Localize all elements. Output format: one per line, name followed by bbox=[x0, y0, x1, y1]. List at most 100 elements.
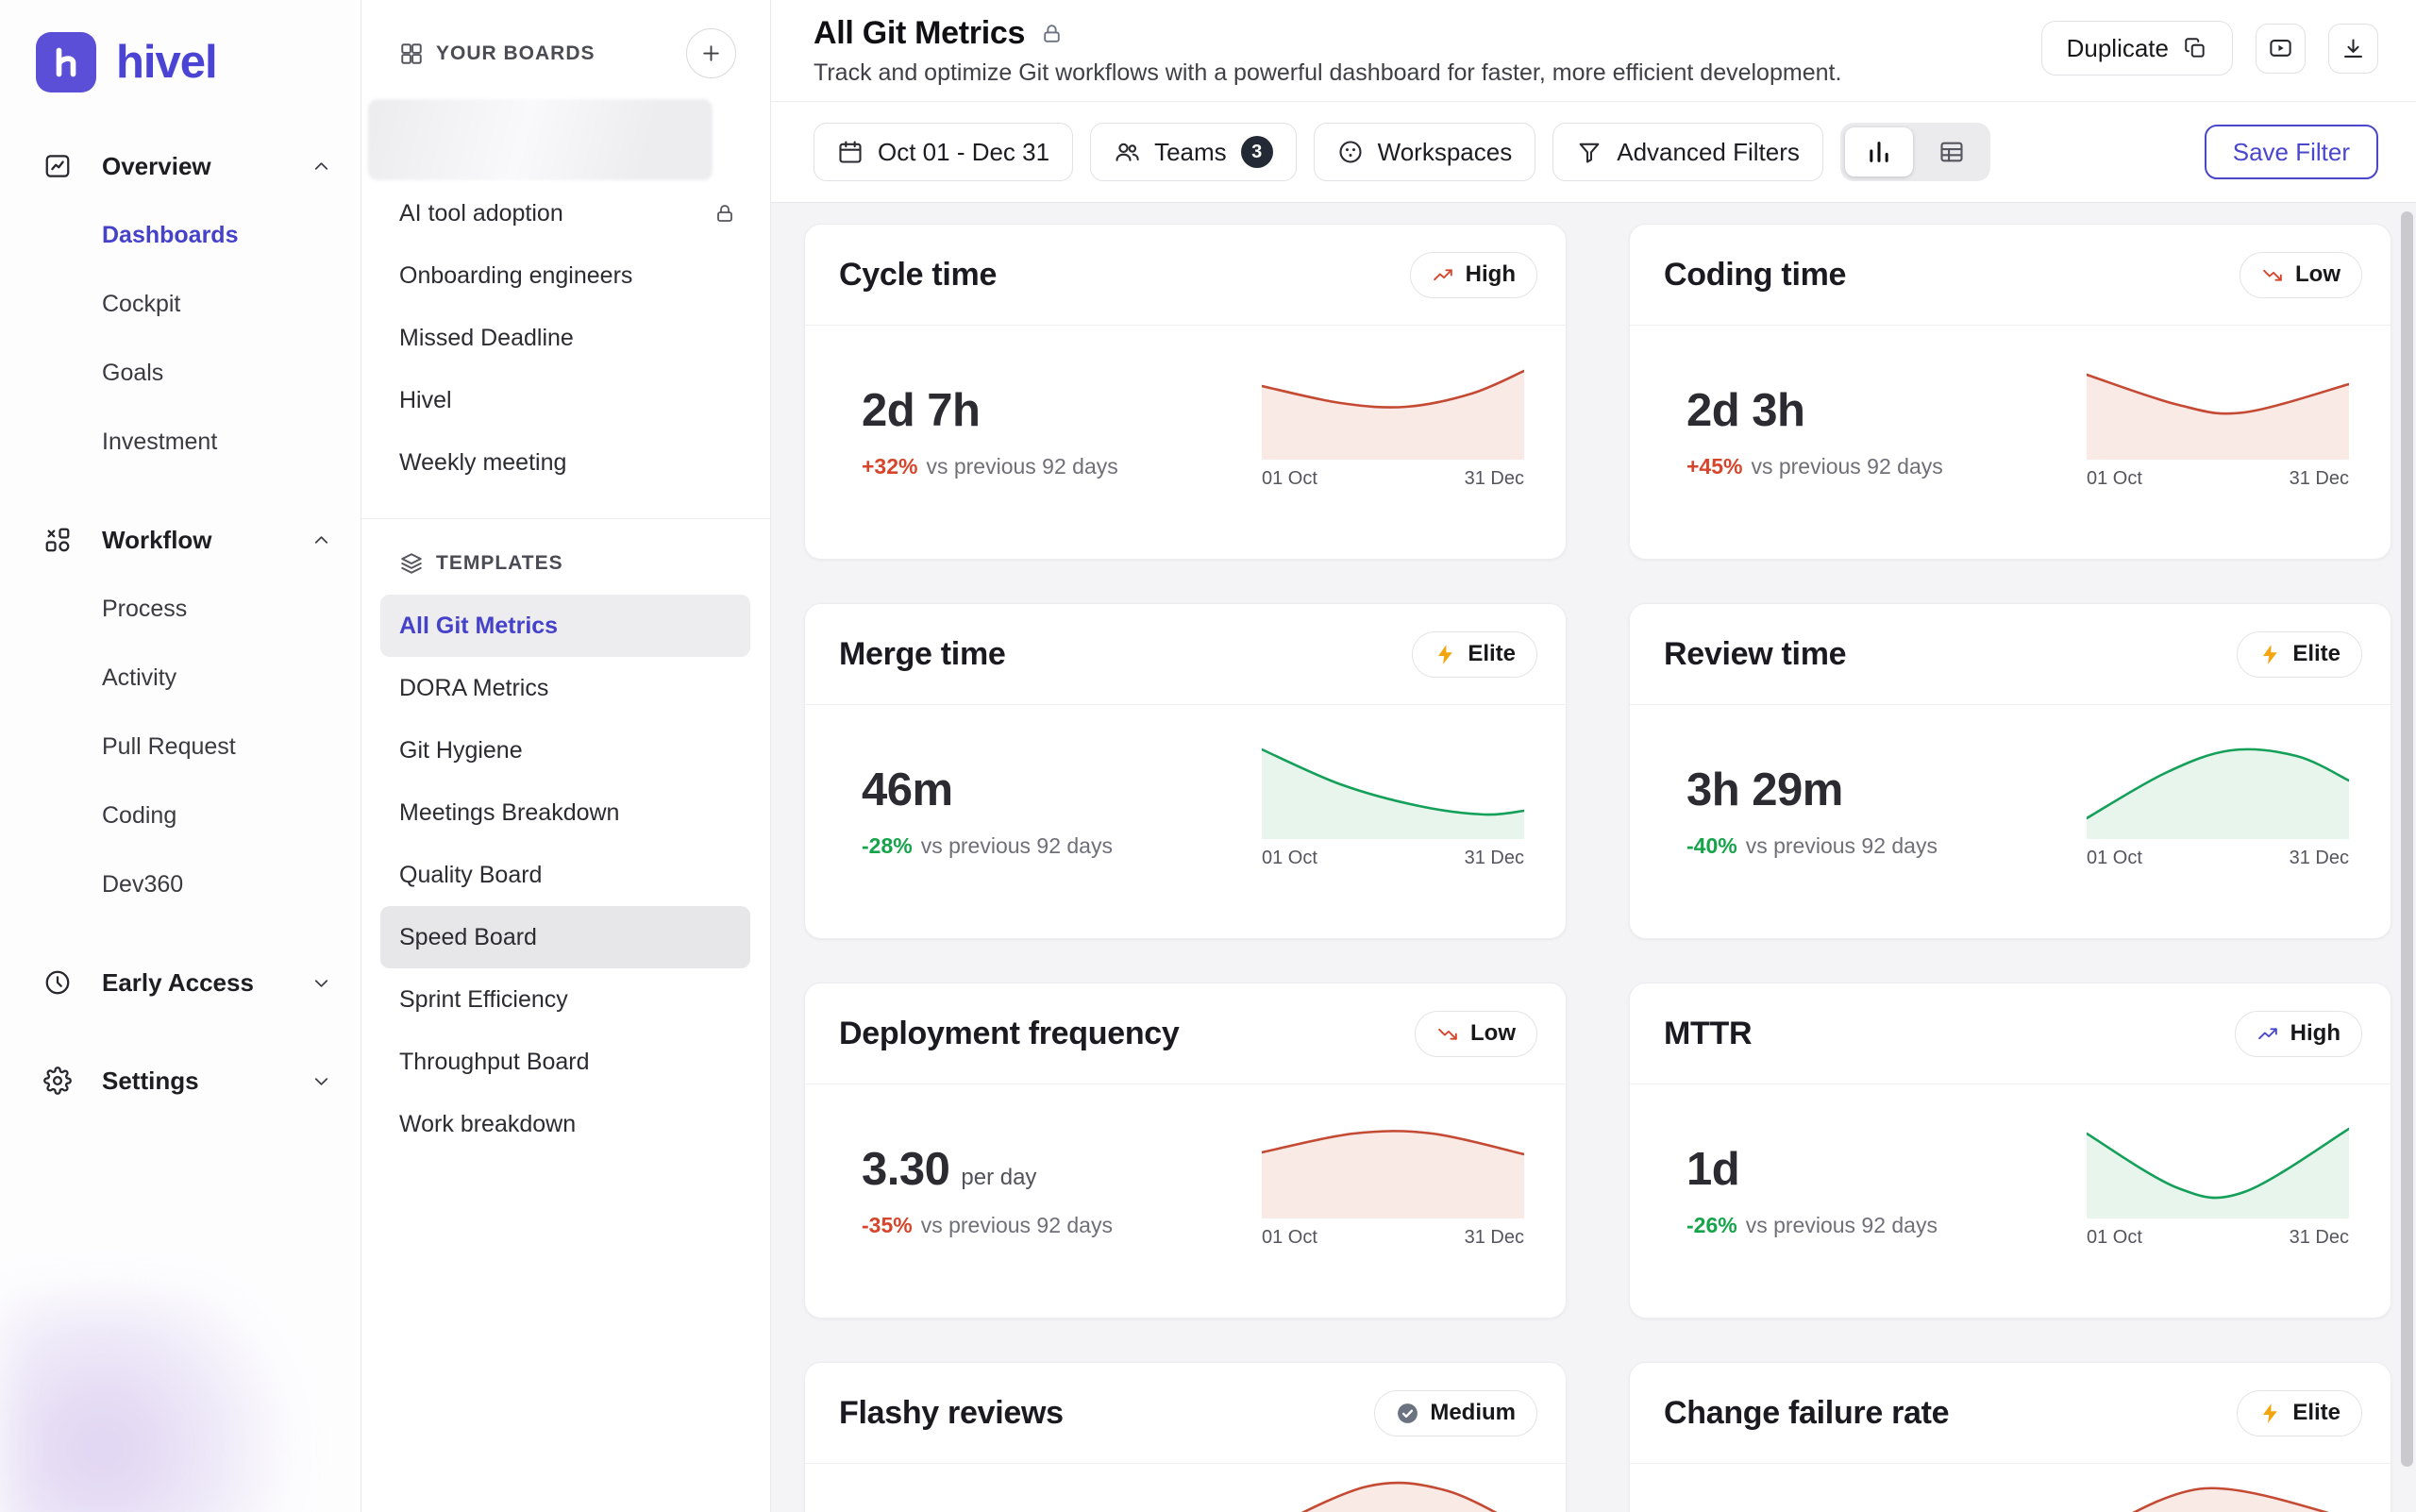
plus-icon bbox=[699, 42, 723, 65]
delta-value: -28% bbox=[862, 833, 913, 858]
metric-block: 3h 29m-40%vs previous 92 days bbox=[1686, 764, 1938, 938]
funnel-icon bbox=[1576, 139, 1602, 165]
status-badge[interactable]: High bbox=[1410, 252, 1537, 298]
sidebar: hivel OverviewDashboardsCockpitGoalsInve… bbox=[0, 0, 361, 1512]
template-item-label: Git Hygiene bbox=[399, 737, 523, 764]
page-header: All Git Metrics Track and optimize Git w… bbox=[771, 0, 2416, 102]
sparkline-axis: 01 Oct31 Dec bbox=[2087, 848, 2349, 869]
board-item-weekly-meeting[interactable]: Weekly meeting bbox=[361, 431, 770, 494]
template-item-meetings-breakdown[interactable]: Meetings Breakdown bbox=[380, 781, 750, 844]
status-badge[interactable]: Elite bbox=[2237, 631, 2362, 678]
sidebar-nav: OverviewDashboardsCockpitGoalsInvestment… bbox=[0, 131, 361, 1116]
chart-view-toggle[interactable] bbox=[1845, 127, 1913, 176]
delta-note: vs previous 92 days bbox=[926, 454, 1117, 479]
sidebar-item-cockpit[interactable]: Cockpit bbox=[0, 270, 361, 339]
card-title: Review time bbox=[1664, 636, 1846, 673]
scrollbar[interactable] bbox=[2401, 211, 2413, 1467]
status-badge[interactable]: Medium bbox=[1374, 1390, 1537, 1436]
chevron-down-icon bbox=[310, 972, 332, 994]
date-range-label: Oct 01 - Dec 31 bbox=[878, 138, 1049, 167]
layers-icon bbox=[399, 551, 424, 576]
trend-up-icon bbox=[1432, 263, 1455, 287]
delta-note: vs previous 92 days bbox=[1746, 833, 1938, 858]
sparkline: 01 Oct31 Dec bbox=[2087, 365, 2349, 559]
download-icon bbox=[2340, 36, 2366, 61]
sidebar-section-overview[interactable]: Overview bbox=[0, 131, 361, 201]
table-icon bbox=[1938, 139, 1965, 165]
add-board-button[interactable] bbox=[686, 28, 736, 78]
status-badge[interactable]: High bbox=[2235, 1011, 2362, 1057]
boards-panel: YOUR BOARDS AI tool adoptionOnboarding e… bbox=[361, 0, 771, 1512]
template-item-git-hygiene[interactable]: Git Hygiene bbox=[380, 719, 750, 781]
workspaces-filter-button[interactable]: Workspaces bbox=[1314, 123, 1536, 181]
template-item-all-git-metrics[interactable]: All Git Metrics bbox=[380, 595, 750, 657]
template-item-dora-metrics[interactable]: DORA Metrics bbox=[380, 657, 750, 719]
card-title: Flashy reviews bbox=[839, 1395, 1064, 1432]
card-header: Merge timeElite bbox=[805, 604, 1566, 705]
status-badge[interactable]: Low bbox=[1415, 1011, 1537, 1057]
sidebar-item-coding[interactable]: Coding bbox=[0, 781, 361, 850]
workspaces-label: Workspaces bbox=[1378, 138, 1513, 167]
sparkline-axis: 01 Oct31 Dec bbox=[2087, 468, 2349, 490]
sidebar-item-goals[interactable]: Goals bbox=[0, 339, 361, 408]
card-title: Deployment frequency bbox=[839, 1016, 1180, 1052]
status-badge[interactable]: Elite bbox=[1412, 631, 1537, 678]
sidebar-section-workflow[interactable]: Workflow bbox=[0, 505, 361, 575]
workflow-icon bbox=[43, 526, 72, 554]
sparkline bbox=[2087, 1481, 2349, 1512]
download-button[interactable] bbox=[2328, 24, 2378, 74]
duplicate-button[interactable]: Duplicate bbox=[2041, 21, 2233, 76]
teams-filter-button[interactable]: Teams 3 bbox=[1090, 123, 1297, 181]
table-view-toggle[interactable] bbox=[1918, 127, 1986, 176]
sidebar-item-dev360[interactable]: Dev360 bbox=[0, 850, 361, 919]
template-item-work-breakdown[interactable]: Work breakdown bbox=[380, 1093, 750, 1155]
badge-label: Elite bbox=[2292, 641, 2340, 667]
sidebar-section-early-access[interactable]: Early Access bbox=[0, 948, 361, 1017]
bolt-icon bbox=[2258, 1402, 2282, 1425]
sparkline-axis: 01 Oct31 Dec bbox=[1262, 1227, 1524, 1249]
sidebar-item-investment[interactable]: Investment bbox=[0, 408, 361, 477]
template-item-speed-board[interactable]: Speed Board bbox=[380, 906, 750, 968]
brand[interactable]: hivel bbox=[0, 0, 361, 92]
status-badge[interactable]: Elite bbox=[2237, 1390, 2362, 1436]
axis-end-label: 31 Dec bbox=[2290, 848, 2349, 869]
board-item-missed-deadline[interactable]: Missed Deadline bbox=[361, 307, 770, 369]
status-badge[interactable]: Low bbox=[2240, 252, 2362, 298]
sparkline: 01 Oct31 Dec bbox=[1262, 1124, 1524, 1318]
sidebar-item-activity[interactable]: Activity bbox=[0, 644, 361, 713]
board-item-label: Hivel bbox=[399, 387, 452, 414]
advanced-filters-button[interactable]: Advanced Filters bbox=[1552, 123, 1823, 181]
chevron-up-icon bbox=[310, 529, 332, 551]
present-button[interactable] bbox=[2256, 24, 2306, 74]
template-item-throughput-board[interactable]: Throughput Board bbox=[380, 1031, 750, 1093]
sidebar-section-settings[interactable]: Settings bbox=[0, 1046, 361, 1116]
sidebar-item-process[interactable]: Process bbox=[0, 575, 361, 644]
date-range-button[interactable]: Oct 01 - Dec 31 bbox=[814, 123, 1073, 181]
template-item-quality-board[interactable]: Quality Board bbox=[380, 844, 750, 906]
workspaces-icon bbox=[1337, 139, 1364, 165]
metric-value: 2d 7h bbox=[862, 384, 980, 437]
card-header: Review time Elite bbox=[1630, 604, 2391, 705]
board-item-ai-tool-adoption[interactable]: AI tool adoption bbox=[361, 182, 770, 244]
sidebar-item-label: Activity bbox=[102, 664, 176, 692]
clock-icon bbox=[43, 968, 72, 997]
card-body bbox=[805, 1464, 1566, 1512]
template-item-sprint-efficiency[interactable]: Sprint Efficiency bbox=[380, 968, 750, 1031]
metric-block: 1d-26%vs previous 92 days bbox=[1686, 1143, 1938, 1318]
sidebar-item-pull-request[interactable]: Pull Request bbox=[0, 713, 361, 781]
check-circle-icon bbox=[1396, 1402, 1419, 1425]
save-filter-button[interactable]: Save Filter bbox=[2205, 125, 2378, 179]
filter-bar: Oct 01 - Dec 31 Teams 3 Workspaces Advan… bbox=[771, 102, 2416, 203]
board-item-label: Missed Deadline bbox=[399, 325, 574, 352]
board-item-onboarding-engineers[interactable]: Onboarding engineers bbox=[361, 244, 770, 307]
bolt-icon bbox=[1434, 643, 1457, 666]
board-item-hivel[interactable]: Hivel bbox=[361, 369, 770, 431]
sparkline-axis: 01 Oct31 Dec bbox=[2087, 1227, 2349, 1249]
sidebar-item-label: Pull Request bbox=[102, 733, 236, 761]
badge-label: Elite bbox=[1468, 641, 1516, 667]
your-boards-label: YOUR BOARDS bbox=[436, 42, 596, 65]
metric-block: 2d 7h+32%vs previous 92 days bbox=[862, 384, 1118, 559]
card-body: 1d-26%vs previous 92 days 01 Oct31 Dec bbox=[1630, 1084, 2391, 1318]
sidebar-item-dashboards[interactable]: Dashboards bbox=[0, 201, 361, 270]
sparkline-chart bbox=[2087, 1481, 2349, 1512]
